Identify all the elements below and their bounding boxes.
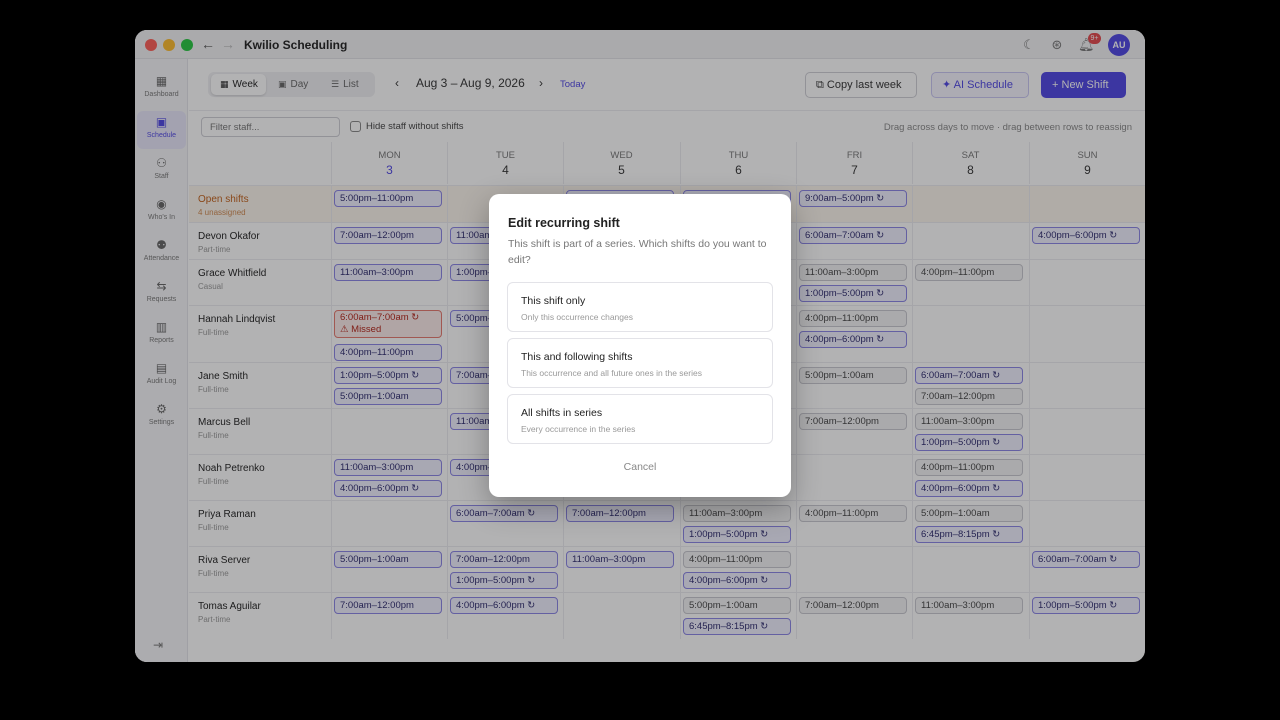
modal-title: Edit recurring shift: [508, 216, 620, 230]
option-this-and-following[interactable]: This and following shifts This occurrenc…: [507, 338, 773, 388]
edit-recurring-modal: Edit recurring shift This shift is part …: [489, 194, 791, 497]
option-title: This shift only: [521, 295, 586, 307]
option-description: Every occurrence in the series: [521, 424, 636, 434]
option-title: This and following shifts: [521, 351, 633, 363]
option-title: All shifts in series: [521, 407, 603, 419]
option-description: Only this occurrence changes: [521, 312, 633, 322]
modal-description: This shift is part of a series. Which sh…: [508, 238, 767, 266]
option-this-shift-only[interactable]: This shift only Only this occurrence cha…: [507, 282, 773, 332]
option-description: This occurrence and all future ones in t…: [521, 368, 702, 378]
cancel-button[interactable]: Cancel: [489, 461, 791, 473]
option-all-shifts[interactable]: All shifts in series Every occurrence in…: [507, 394, 773, 444]
